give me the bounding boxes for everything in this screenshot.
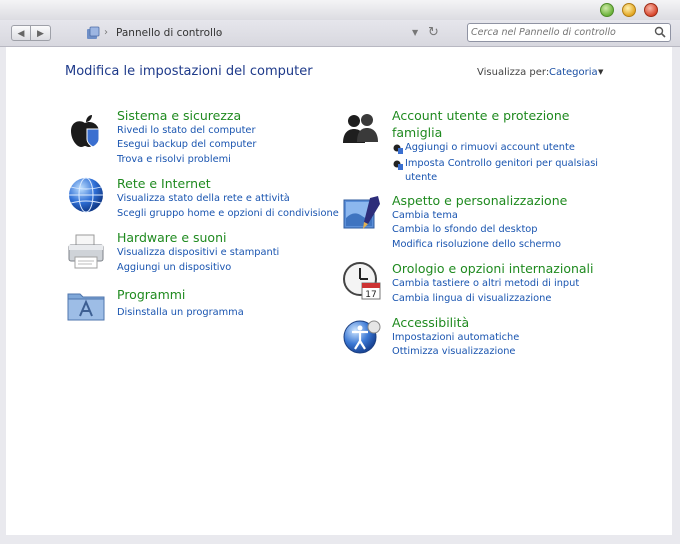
programs-folder-icon[interactable] [66,284,106,324]
category-appearance[interactable]: Aspetto e personalizzazione [392,193,567,209]
view-by-label: Visualizza per: [477,67,550,78]
breadcrumb-control-panel[interactable]: Pannello di controllo [116,24,222,42]
link-troubleshoot[interactable]: Trova e risolvi problemi [117,153,231,168]
search-input[interactable] [471,25,651,40]
minimize-button[interactable] [622,3,636,17]
link-change-display-language[interactable]: Cambia lingua di visualizzazione [392,292,551,307]
control-panel-window: ◀ ▶ › Pannello di controllo › ▼ ↻ Modifi… [0,0,680,544]
user-shield-icon [393,144,403,154]
system-security-icon[interactable] [65,111,105,151]
back-arrow-icon: ◀ [17,29,25,39]
printer-icon[interactable] [66,231,106,271]
category-user-accounts[interactable]: Account utente e protezione [392,108,569,124]
link-add-device[interactable]: Aggiungi un dispositivo [117,261,231,276]
refresh-icon[interactable]: ↻ [428,24,439,42]
search-box[interactable] [467,23,671,42]
breadcrumb-separator[interactable]: › [218,24,222,42]
link-automatic-settings[interactable]: Impostazioni automatiche [392,331,519,346]
clock-calendar-icon[interactable]: 17 [342,261,382,301]
search-icon[interactable] [654,26,666,38]
forward-button[interactable]: ▶ [31,25,51,41]
category-clock-region[interactable]: Orologio e opzioni internazionali [392,261,594,277]
users-icon[interactable] [340,109,380,149]
forward-arrow-icon: ▶ [37,29,44,39]
link-uninstall-program[interactable]: Disinstalla un programma [117,306,244,321]
category-accessibility[interactable]: Accessibilità [392,315,469,331]
title-bar [0,0,680,20]
link-review-computer-status[interactable]: Rivedi lo stato del computer [117,124,255,139]
view-by-caret-icon[interactable]: ▼ [598,68,603,76]
link-devices-printers[interactable]: Visualizza dispositivi e stampanti [117,246,279,261]
link-add-remove-accounts[interactable]: Aggiungi o rimuovi account utente [405,141,575,156]
main-content: Modifica le impostazioni del computer Vi… [6,47,672,535]
category-user-accounts-line2[interactable]: famiglia [392,125,442,141]
close-button[interactable] [644,3,658,17]
link-view-network-status[interactable]: Visualizza stato della rete e attività [117,192,290,207]
appearance-icon[interactable] [342,194,382,234]
link-optimize-display[interactable]: Ottimizza visualizzazione [392,345,515,360]
category-hardware-sound[interactable]: Hardware e suoni [117,230,226,246]
link-backup-computer[interactable]: Esegui backup del computer [117,138,256,153]
control-panel-icon [87,26,100,39]
breadcrumb-separator: › [104,27,108,38]
link-change-theme[interactable]: Cambia tema [392,209,458,224]
zoom-button[interactable] [600,3,614,17]
link-change-keyboards[interactable]: Cambia tastiere o altri metodi di input [392,277,579,292]
parental-control-icon [393,160,403,170]
page-title: Modifica le impostazioni del computer [65,64,313,79]
link-homegroup-sharing[interactable]: Scegli gruppo home e opzioni di condivis… [117,207,339,222]
svg-text:17: 17 [365,290,376,300]
accessibility-icon[interactable] [342,317,382,357]
network-globe-icon[interactable] [66,175,106,215]
category-programs[interactable]: Programmi [117,287,185,303]
back-button[interactable]: ◀ [11,25,31,41]
address-dropdown-icon[interactable]: ▼ [412,24,418,42]
link-parental-controls-line2[interactable]: utente [405,171,437,186]
category-network-internet[interactable]: Rete e Internet [117,176,211,192]
view-by-dropdown[interactable]: Categoria [549,67,598,78]
navigation-toolbar: ◀ ▶ › Pannello di controllo › ▼ ↻ [0,20,680,47]
category-system-security[interactable]: Sistema e sicurezza [117,108,241,124]
link-change-desktop-background[interactable]: Cambia lo sfondo del desktop [392,223,538,238]
link-screen-resolution[interactable]: Modifica risoluzione dello schermo [392,238,561,253]
address-bar[interactable]: › Pannello di controllo › ▼ ↻ [82,24,454,42]
link-parental-controls[interactable]: Imposta Controllo genitori per qualsiasi [405,157,598,172]
